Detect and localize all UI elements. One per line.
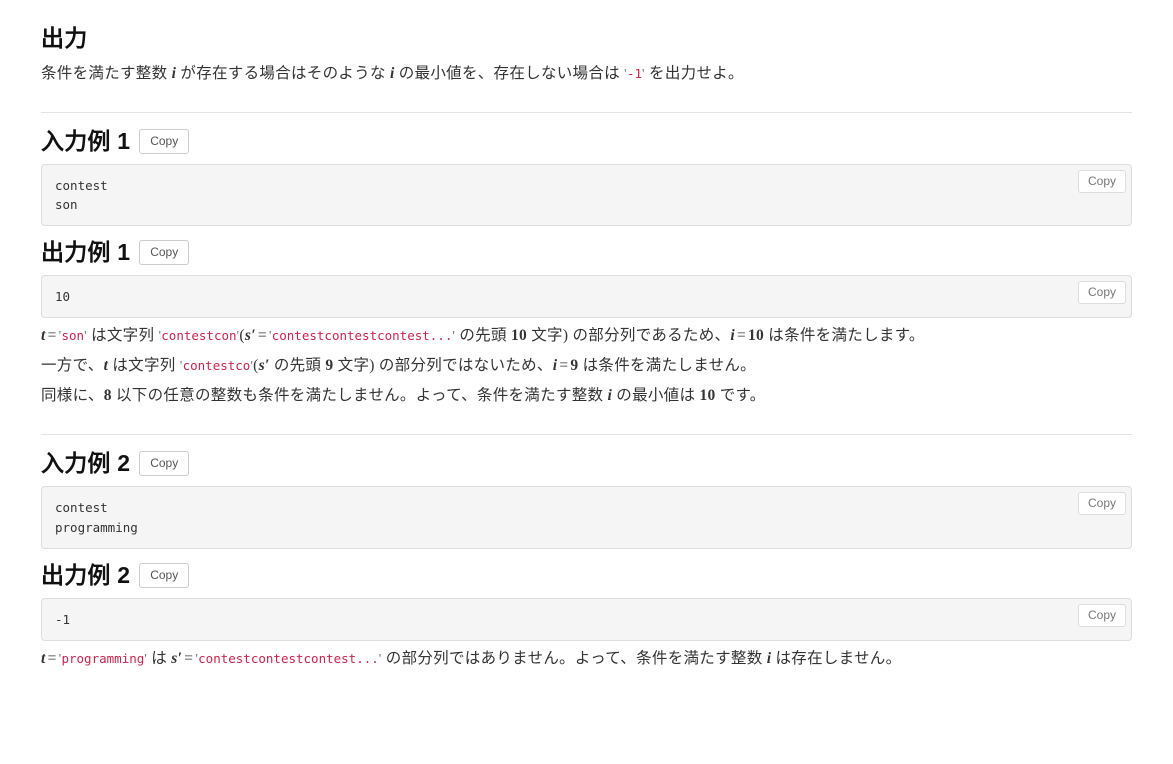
- copy-button-sample-input-1-inline[interactable]: Copy: [1077, 169, 1126, 193]
- math-number-8: 8: [103, 387, 112, 405]
- inline-code-son: son: [61, 328, 85, 344]
- text-fragment: 条件を満たす整数: [41, 64, 172, 82]
- text-fragment: は条件を満たします。: [764, 327, 925, 345]
- inline-code-contest-repeat: contestcontestcontest...: [271, 328, 453, 344]
- section-heading-sample-input-1: 入力例 1: [41, 127, 131, 154]
- math-equals: =: [47, 650, 57, 668]
- inline-code-minus-one: -1: [626, 65, 643, 81]
- sample-output-2-block: -1 Copy: [41, 597, 1132, 642]
- section-heading-sample-output-1: 出力例 1: [41, 239, 131, 266]
- sample-output-1-header: 出力例 1 Copy: [41, 238, 1132, 267]
- section-heading-sample-output-2: 出力例 2: [41, 561, 131, 588]
- sample-output-1-content: 10: [41, 275, 1132, 319]
- explanation-1-line-2: 一方で、t は文字列 'contestco'(s′ の先頭 9 文字) の部分列…: [41, 354, 1132, 378]
- section-heading-sample-input-2: 入力例 2: [41, 450, 131, 477]
- math-number-10: 10: [510, 327, 528, 345]
- math-equals: =: [559, 357, 569, 375]
- math-equals: =: [736, 327, 746, 345]
- math-equals: =: [47, 327, 57, 345]
- text-fragment: が存在する場合はそのような: [176, 64, 390, 82]
- text-fragment: は存在しません。: [771, 650, 902, 668]
- text-fragment: の最小値は: [612, 387, 700, 405]
- copy-button-sample-input-2-inline[interactable]: Copy: [1077, 492, 1126, 516]
- text-fragment: は: [147, 650, 172, 668]
- section-divider: [41, 434, 1132, 436]
- math-var-t: t: [41, 650, 46, 668]
- sample-input-1-block: contest son Copy: [41, 163, 1132, 227]
- text-fragment: 以下の任意の整数も条件を満たしません。よって、条件を満たす整数: [111, 387, 608, 405]
- problem-statement-page: 出力 条件を満たす整数 i が存在する場合はそのような i の最小値を、存在しな…: [0, 0, 1173, 671]
- text-fragment: は文字列: [86, 327, 159, 345]
- sample-input-2-content: contest programming: [41, 486, 1132, 549]
- copy-button-sample-output-1-inline[interactable]: Copy: [1077, 281, 1126, 305]
- copy-button-sample-output-2[interactable]: Copy: [139, 562, 190, 588]
- copy-button-sample-output-2-inline[interactable]: Copy: [1077, 603, 1126, 627]
- explanation-1-line-1: t ='son' は文字列 'contestcon'(s′ ='contestcon…: [41, 324, 1132, 348]
- inline-code-contestco: contestco: [182, 358, 251, 374]
- output-spec-text: 条件を満たす整数 i が存在する場合はそのような i の最小値を、存在しない場合…: [41, 62, 1132, 86]
- sample-input-2-header: 入力例 2 Copy: [41, 449, 1132, 478]
- text-fragment: の最小値を、存在しない場合は: [394, 64, 625, 82]
- copy-button-sample-output-1[interactable]: Copy: [139, 240, 190, 266]
- text-fragment: の先頭: [455, 327, 511, 345]
- text-fragment: は条件を満たしません。: [578, 357, 756, 375]
- text-fragment: の部分列ではないため、: [374, 357, 553, 375]
- inline-code-contestcon: contestcon: [161, 328, 237, 344]
- text-fragment: 文字: [527, 327, 563, 345]
- sample-output-2-content: -1: [41, 597, 1132, 642]
- explanation-1-line-3: 同様に、8 以下の任意の整数も条件を満たしません。よって、条件を満たす整数 i …: [41, 384, 1132, 408]
- inline-code-contest-repeat: contestcontestcontest...: [198, 651, 379, 667]
- text-fragment: を出力せよ。: [644, 64, 744, 82]
- sample-input-1-header: 入力例 1 Copy: [41, 127, 1132, 156]
- section-divider: [41, 111, 1132, 113]
- sample-input-2-block: contest programming Copy: [41, 486, 1132, 549]
- sample-input-1-content: contest son: [41, 163, 1132, 227]
- math-var-t: t: [41, 327, 46, 345]
- sample-output-1-block: 10 Copy: [41, 275, 1132, 319]
- math-equals: =: [184, 650, 194, 668]
- math-number-10: 10: [699, 387, 716, 405]
- explanation-2-line-1: t ='programming' は s′ ='contestcontestcont…: [41, 647, 1132, 671]
- text-fragment: の部分列ではありません。よって、条件を満たす整数: [381, 650, 767, 668]
- math-equals: =: [257, 327, 267, 345]
- text-fragment: です。: [715, 387, 766, 405]
- copy-button-sample-input-2[interactable]: Copy: [139, 451, 190, 477]
- math-number-10: 10: [748, 327, 765, 345]
- section-heading-output: 出力: [41, 25, 88, 51]
- copy-button-sample-input-1[interactable]: Copy: [139, 128, 190, 154]
- inline-code-programming: programming: [61, 651, 145, 667]
- text-fragment: 同様に、: [41, 387, 104, 405]
- text-fragment: の先頭: [269, 357, 326, 375]
- text-fragment: 文字: [333, 357, 370, 375]
- text-fragment: は文字列: [108, 357, 180, 375]
- text-fragment: 一方で、: [41, 357, 104, 375]
- text-fragment: の部分列であるため、: [568, 327, 731, 345]
- sample-output-2-header: 出力例 2 Copy: [41, 561, 1132, 590]
